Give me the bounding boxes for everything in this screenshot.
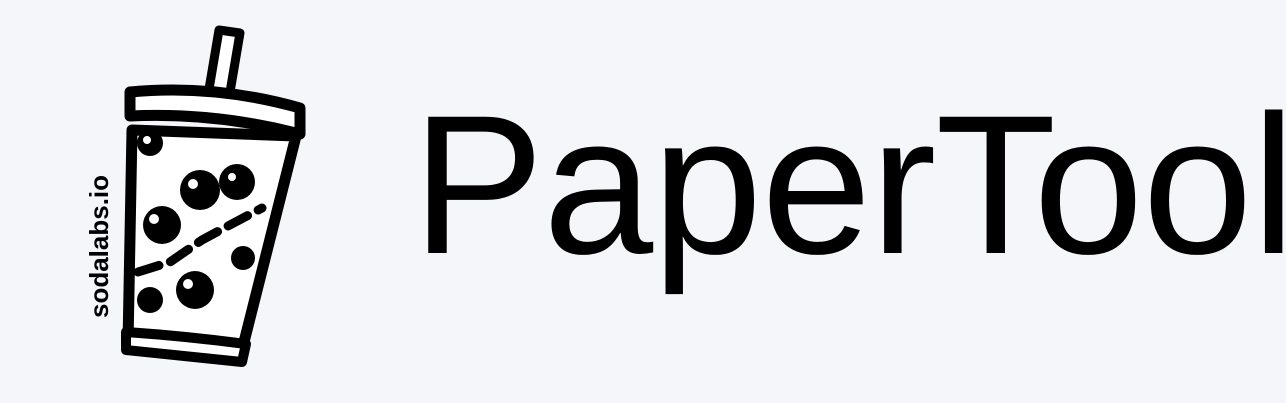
logo-wordmark: sodalabs.io	[84, 175, 114, 318]
brand-banner: sodalabs.io PaperTool	[0, 0, 1286, 403]
boba-cup-icon: sodalabs.io	[84, 25, 306, 367]
brand-title: PaperTool	[412, 74, 1286, 295]
